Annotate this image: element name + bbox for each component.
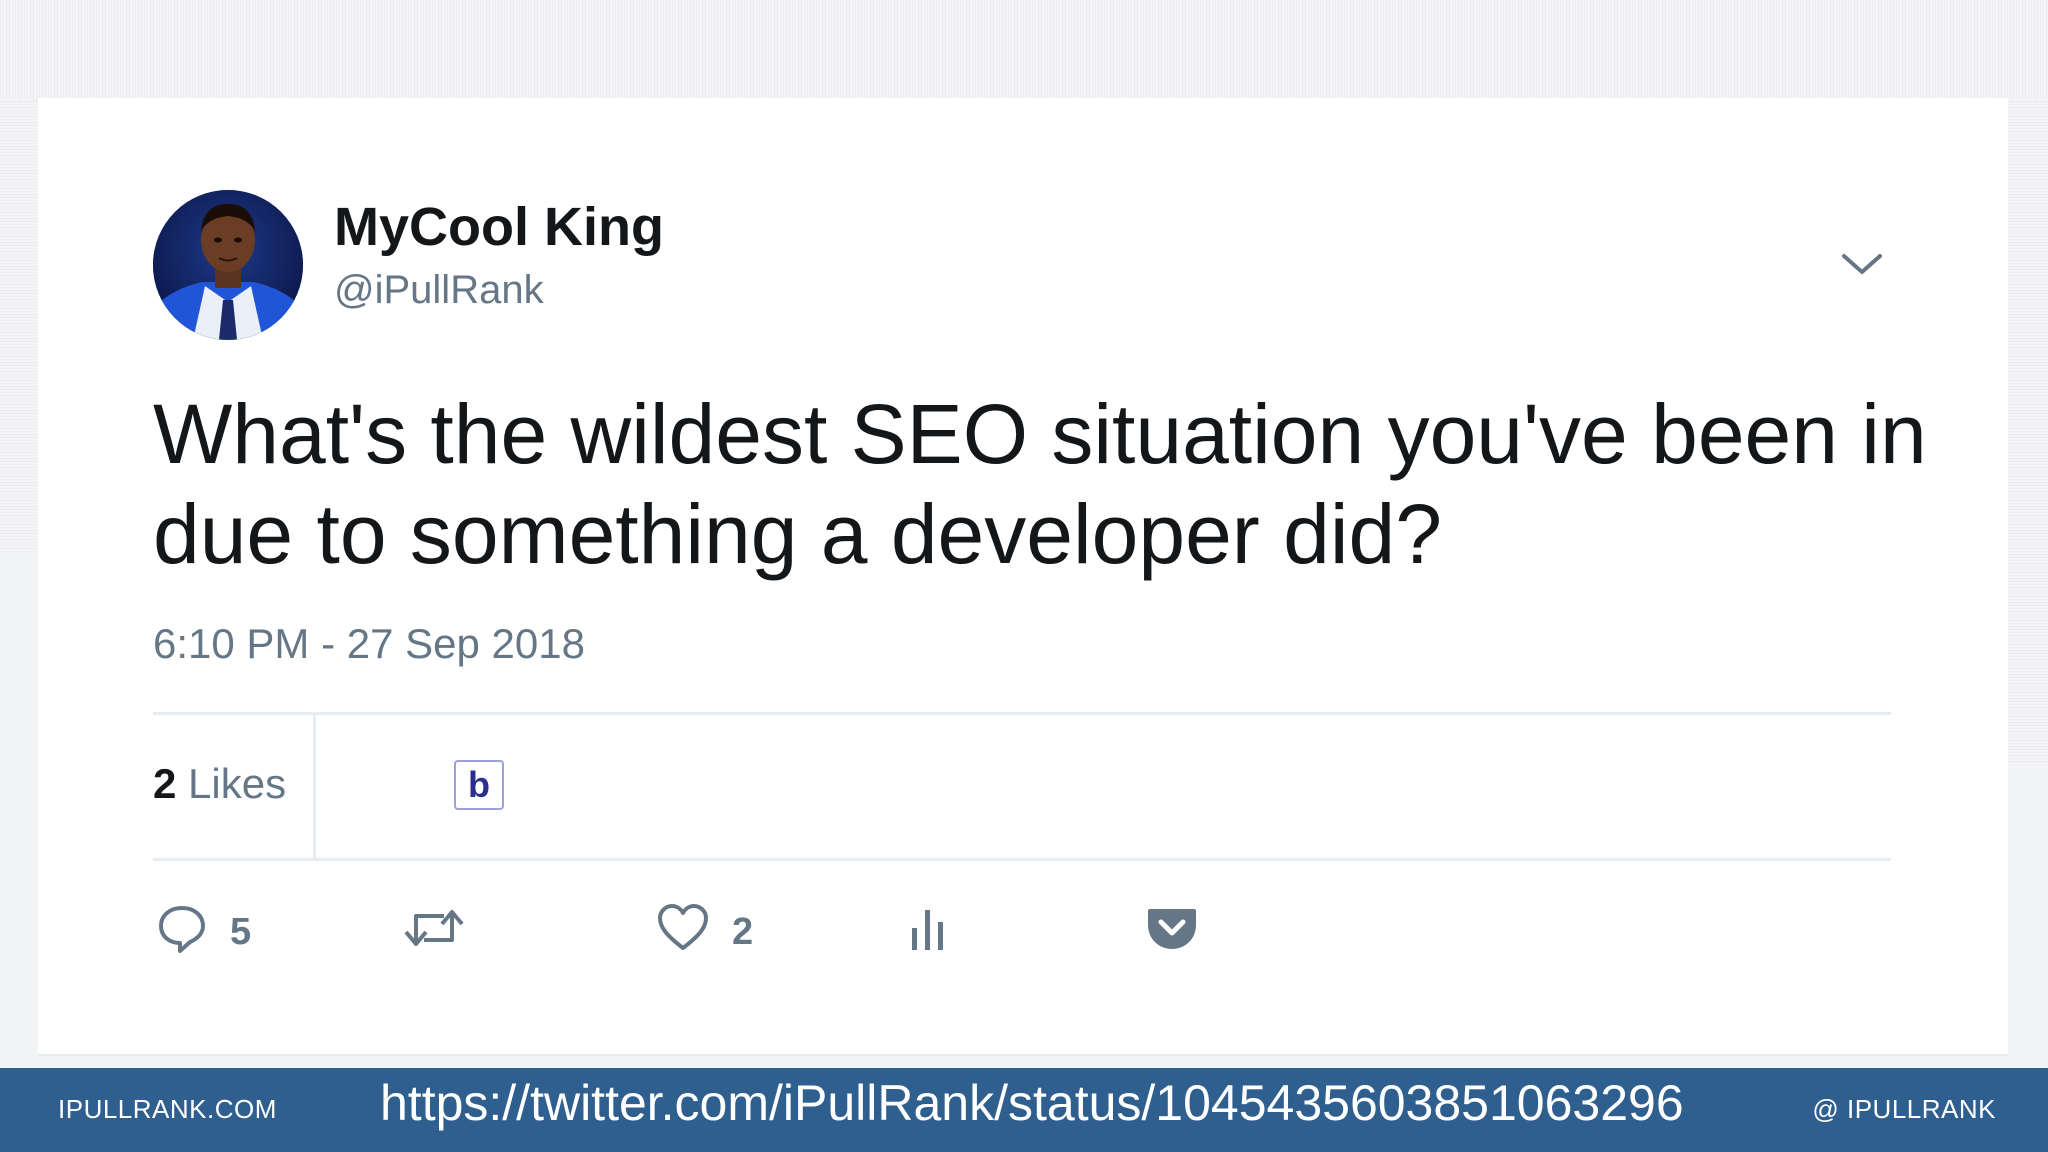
pocket-icon [1148,909,1196,949]
heart-icon [658,904,708,950]
stats-divider-top [153,712,1891,715]
stats-divider-bottom [153,858,1891,861]
likes-label: Likes [188,760,287,807]
reply-action[interactable]: 5 [156,898,251,958]
author-photo-icon [153,190,303,340]
reply-count: 5 [230,910,252,953]
author-display-name[interactable]: MyCool King [334,196,664,258]
reply-icon [159,906,205,953]
analytics-icon [912,910,943,950]
analytics-action[interactable] [908,898,948,958]
background-pattern-right [2008,100,2048,762]
likes-stat[interactable]: 2 Likes [153,760,286,808]
liker-avatar[interactable]: b [454,760,504,810]
retweet-action[interactable] [404,898,486,958]
likes-count: 2 [153,760,177,807]
like-count: 2 [732,910,754,953]
stats-vertical-divider [313,715,316,858]
footer-site: IPULLRANK.COM [58,1094,277,1124]
retweet-icon [404,910,464,946]
tweet-menu-caret[interactable] [1838,248,1886,278]
chevron-down-icon [1842,254,1882,274]
tweet-card: MyCool King @iPullRank What's the wildes… [38,98,2008,1056]
background-pattern-top [0,0,2048,100]
footer-handle: @ IPULLRANK [1812,1094,1996,1124]
author-handle[interactable]: @iPullRank [334,268,544,313]
background-pattern-left [0,100,40,552]
tweet-text: What's the wildest SEO situation you've … [153,387,1927,581]
footer-tweet-url[interactable]: https://twitter.com/iPullRank/status/104… [380,1074,1684,1132]
slide-footer: IPULLRANK.COM https://twitter.com/iPullR… [0,1068,2048,1152]
author-avatar[interactable] [153,190,303,340]
pocket-action[interactable] [1146,898,1198,958]
like-action[interactable]: 2 [656,898,753,958]
tweet-timestamp[interactable]: 6:10 PM - 27 Sep 2018 [153,620,585,668]
